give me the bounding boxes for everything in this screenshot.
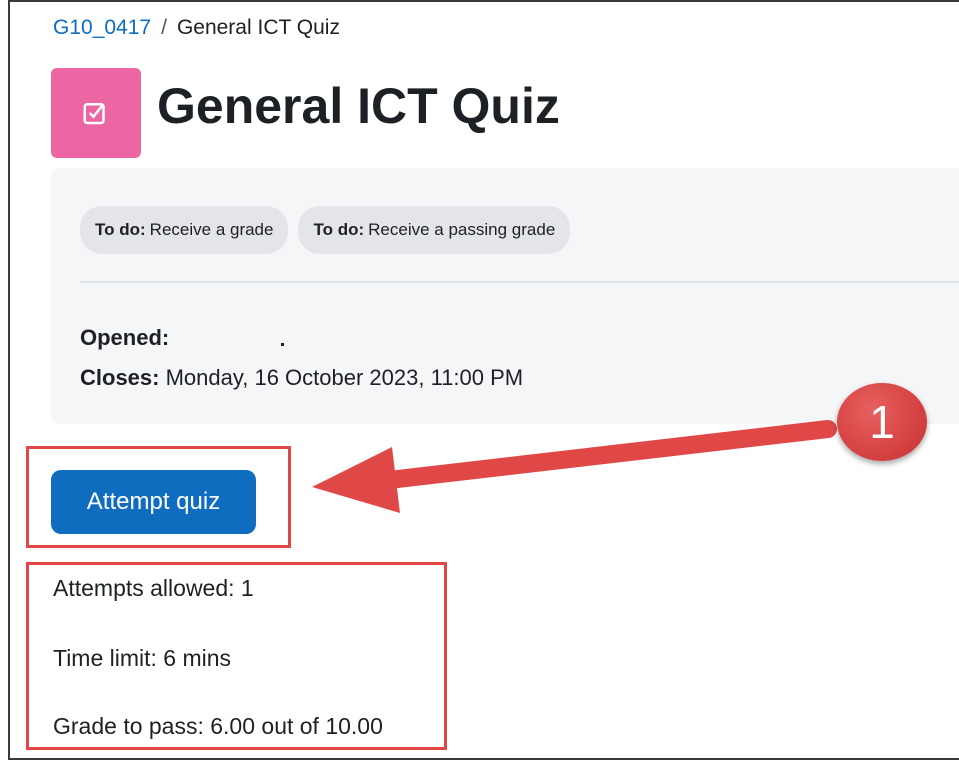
completion-requirements: To do: Receive a grade To do: Receive a …: [80, 206, 571, 254]
opened-date: Opened:: [80, 318, 523, 358]
activity-info-panel: To do: Receive a grade To do: Receive a …: [51, 168, 959, 424]
closes-value: Monday, 16 October 2023, 11:00 PM: [165, 365, 524, 390]
page-title: General ICT Quiz: [157, 78, 560, 134]
closes-date: Closes: Monday, 16 October 2023, 11:00 P…: [80, 358, 523, 398]
badge-prefix: To do:: [95, 220, 146, 239]
opened-label: Opened:: [80, 325, 170, 350]
opened-value-redacted: [181, 329, 461, 349]
quiz-icon: [51, 68, 141, 158]
attempts-allowed: Attempts allowed: 1: [53, 575, 254, 601]
activity-dates: Opened: Closes: Monday, 16 October 2023,…: [80, 318, 523, 398]
completion-badge-grade: To do: Receive a grade: [80, 206, 289, 254]
badge-prefix: To do:: [313, 220, 365, 239]
breadcrumb-course-link[interactable]: G10_0417: [53, 16, 151, 40]
badge-text: Receive a grade: [149, 220, 274, 239]
closes-label: Closes:: [80, 365, 160, 390]
grade-to-pass: Grade to pass: 6.00 out of 10.00: [53, 713, 383, 739]
breadcrumb: G10_0417 / General ICT Quiz: [53, 16, 340, 40]
completion-badge-passing-grade: To do: Receive a passing grade: [298, 206, 571, 254]
time-limit: Time limit: 6 mins: [53, 645, 232, 671]
annotation-arrow-icon: [312, 420, 837, 513]
badge-text: Receive a passing grade: [368, 220, 556, 239]
breadcrumb-separator: /: [161, 16, 167, 39]
breadcrumb-current: General ICT Quiz: [176, 16, 340, 39]
divider: [80, 281, 959, 283]
step-number-badge: 1: [837, 383, 927, 461]
attempt-quiz-button[interactable]: Attempt quiz: [51, 470, 256, 534]
